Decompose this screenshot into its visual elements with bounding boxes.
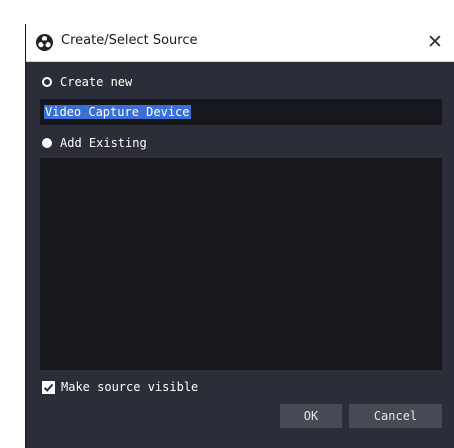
make-source-visible-checkbox[interactable]: Make source visible xyxy=(42,379,198,395)
close-icon: ✕ xyxy=(427,31,443,53)
create-new-label: Create new xyxy=(60,75,133,89)
cancel-button[interactable]: Cancel xyxy=(349,404,442,428)
create-select-source-dialog: Create/Select Source ✕ Create new Video … xyxy=(25,24,454,448)
source-name-input[interactable]: Video Capture Device xyxy=(40,99,442,125)
add-existing-label: Add Existing xyxy=(60,136,147,150)
radio-indicator xyxy=(42,138,52,148)
ok-button[interactable]: OK xyxy=(280,404,342,428)
add-existing-radio[interactable]: Add Existing xyxy=(42,134,147,152)
window-title: Create/Select Source xyxy=(61,33,198,48)
close-button[interactable]: ✕ xyxy=(421,28,449,56)
title-bar: Create/Select Source ✕ xyxy=(26,24,454,62)
obs-logo-icon xyxy=(36,34,53,51)
screenshot-frame: Create/Select Source ✕ Create new Video … xyxy=(0,0,454,448)
existing-sources-list[interactable] xyxy=(40,158,442,370)
checkbox-checked-icon xyxy=(42,380,55,394)
make-source-visible-label: Make source visible xyxy=(61,380,199,394)
source-name-value: Video Capture Device xyxy=(44,105,191,119)
radio-indicator xyxy=(42,77,52,87)
create-new-radio[interactable]: Create new xyxy=(42,73,132,91)
